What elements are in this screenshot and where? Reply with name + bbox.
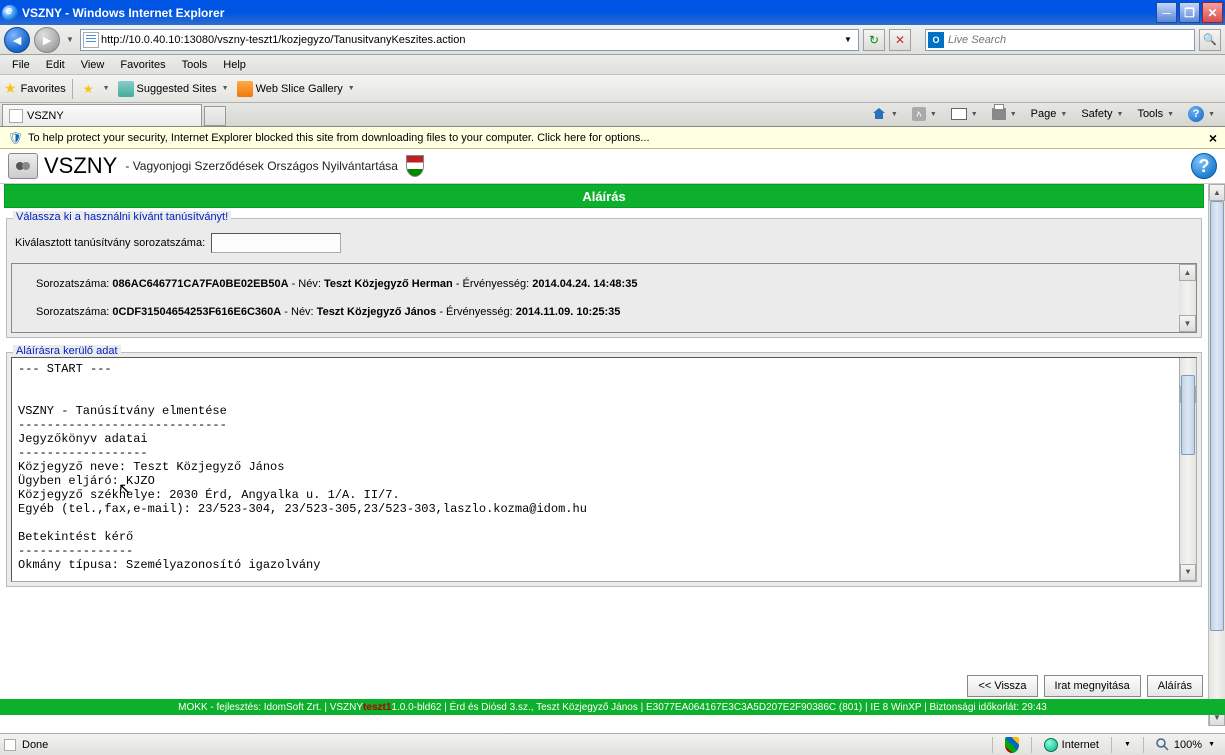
url-dropdown[interactable]: ▼ bbox=[840, 35, 856, 44]
mail-button[interactable]: ▼ bbox=[947, 106, 982, 122]
minimize-button[interactable]: ─ bbox=[1156, 2, 1177, 23]
new-tab-button[interactable] bbox=[204, 106, 226, 126]
tools-menu[interactable]: Tools▼ bbox=[1133, 106, 1178, 122]
scroll-down-icon[interactable]: ▼ bbox=[1180, 564, 1196, 581]
open-doc-button[interactable]: Irat megnyitása bbox=[1044, 675, 1141, 697]
menu-edit[interactable]: Edit bbox=[38, 57, 73, 73]
cert-list: Sorozatszáma: 086AC646771CA7FA0BE02EB50A… bbox=[11, 263, 1197, 333]
rss-button[interactable]: እ▼ bbox=[908, 105, 941, 123]
menu-view[interactable]: View bbox=[73, 57, 113, 73]
signdata-textarea[interactable]: --- START --- VSZNY - Tanúsítvány elment… bbox=[11, 357, 1197, 582]
scroll-thumb[interactable] bbox=[1210, 201, 1224, 631]
safety-menu[interactable]: Safety▼ bbox=[1077, 106, 1127, 122]
status-bar: Done Internet ▼ 100% ▼ bbox=[0, 733, 1225, 755]
scroll-thumb[interactable] bbox=[1181, 375, 1195, 455]
web-slice-gallery[interactable]: Web Slice Gallery▼ bbox=[233, 79, 359, 99]
app-subtitle: - Vagyonjogi Szerződések Országos Nyilvá… bbox=[125, 159, 398, 173]
url-input[interactable] bbox=[101, 31, 840, 49]
app-help-button[interactable]: ? bbox=[1191, 153, 1217, 179]
page-content: VSZNY - Vagyonjogi Szerződések Országos … bbox=[0, 149, 1225, 729]
tab-active[interactable]: VSZNY bbox=[2, 104, 202, 126]
app-title: VSZNY bbox=[44, 153, 117, 179]
signdata-scrollbar[interactable]: ▲ ▼ bbox=[1179, 358, 1196, 581]
restore-button[interactable]: ❐ bbox=[1179, 2, 1200, 23]
status-zoom[interactable]: 100% ▼ bbox=[1150, 736, 1221, 754]
rss-icon: እ bbox=[912, 107, 926, 121]
menu-bar: File Edit View Favorites Tools Help bbox=[0, 55, 1225, 75]
search-button[interactable]: 🔍 bbox=[1199, 29, 1221, 51]
help-icon: ? bbox=[1188, 106, 1204, 122]
status-security[interactable] bbox=[999, 736, 1025, 754]
menu-file[interactable]: File bbox=[4, 57, 38, 73]
home-button[interactable]: ▼ bbox=[867, 104, 902, 124]
suggested-icon bbox=[118, 81, 134, 97]
cert-row-1[interactable]: Sorozatszáma: 0CDF31504654253F616E6C360A… bbox=[20, 298, 1188, 326]
close-button[interactable]: ✕ bbox=[1202, 2, 1223, 23]
star-icon: ★ bbox=[4, 80, 17, 97]
window-titlebar: VSZNY - Windows Internet Explorer ─ ❐ ✕ bbox=[0, 0, 1225, 25]
status-zone[interactable]: Internet bbox=[1038, 736, 1105, 754]
info-text: To help protect your security, Internet … bbox=[28, 132, 650, 144]
menu-favorites[interactable]: Favorites bbox=[112, 57, 173, 73]
tab-favicon bbox=[9, 109, 23, 123]
app-logo bbox=[8, 153, 38, 179]
status-protected-mode[interactable]: ▼ bbox=[1118, 736, 1137, 754]
cert-row-0[interactable]: Sorozatszáma: 086AC646771CA7FA0BE02EB50A… bbox=[20, 270, 1188, 298]
menu-help[interactable]: Help bbox=[215, 57, 254, 73]
favorites-label[interactable]: Favorites bbox=[21, 83, 66, 95]
refresh-button[interactable]: ↻ bbox=[863, 29, 885, 51]
stop-button[interactable]: ✕ bbox=[889, 29, 911, 51]
nav-toolbar: ◄ ► ▼ ▼ ↻ ✕ O 🔍 bbox=[0, 25, 1225, 55]
search-box[interactable]: O bbox=[925, 29, 1195, 51]
globe-icon bbox=[1044, 738, 1058, 752]
tab-bar: VSZNY ▼ እ▼ ▼ ▼ Page▼ Safety▼ Tools▼ ?▼ bbox=[0, 103, 1225, 127]
app-footer: MOKK - fejlesztés: IdomSoft Zrt. | VSZNY… bbox=[0, 699, 1225, 715]
ie-icon bbox=[2, 5, 18, 21]
menu-tools[interactable]: Tools bbox=[174, 57, 216, 73]
outlook-icon: O bbox=[928, 32, 944, 48]
sign-button[interactable]: Aláírás bbox=[1147, 675, 1203, 697]
section-title: Aláírás bbox=[4, 184, 1204, 208]
webslice-icon bbox=[237, 81, 253, 97]
favorites-bar: ★ Favorites ★▼ Suggested Sites▼ Web Slic… bbox=[0, 75, 1225, 103]
help-button[interactable]: ?▼ bbox=[1184, 104, 1219, 124]
back-button-page[interactable]: << Vissza bbox=[967, 675, 1037, 697]
security-shield-icon bbox=[1005, 737, 1019, 753]
status-icon bbox=[4, 739, 16, 751]
scroll-up-icon[interactable]: ▲ bbox=[1209, 184, 1225, 201]
mail-icon bbox=[951, 108, 967, 120]
add-favorite[interactable]: ★▼ bbox=[79, 80, 114, 98]
back-button[interactable]: ◄ bbox=[4, 27, 30, 53]
search-input[interactable] bbox=[948, 34, 1192, 46]
serial-input[interactable] bbox=[211, 233, 341, 253]
zoom-icon bbox=[1156, 738, 1170, 752]
suggested-sites[interactable]: Suggested Sites▼ bbox=[114, 79, 233, 99]
scroll-down-icon[interactable]: ▼ bbox=[1179, 315, 1196, 332]
cert-scrollbar[interactable]: ▲ ▼ bbox=[1179, 264, 1196, 332]
coat-of-arms-icon bbox=[406, 155, 424, 177]
nav-history-dropdown[interactable]: ▼ bbox=[64, 27, 76, 53]
page-icon bbox=[83, 32, 99, 48]
print-icon bbox=[992, 108, 1006, 120]
cert-select-fieldset: Válassza ki a használni kívánt tanúsítvá… bbox=[6, 218, 1202, 338]
print-button[interactable]: ▼ bbox=[988, 106, 1021, 122]
tab-title: VSZNY bbox=[27, 110, 64, 122]
page-menu[interactable]: Page▼ bbox=[1027, 106, 1072, 122]
signdata-fieldset: Aláírásra kerülő adat --- START --- VSZN… bbox=[6, 352, 1202, 587]
forward-button[interactable]: ► bbox=[34, 27, 60, 53]
status-text: Done bbox=[22, 739, 48, 751]
cert-legend: Válassza ki a használni kívánt tanúsítvá… bbox=[13, 211, 231, 223]
info-bar[interactable]: 🛡 To help protect your security, Interne… bbox=[0, 127, 1225, 149]
window-title: VSZNY - Windows Internet Explorer bbox=[22, 6, 224, 20]
shield-icon: 🛡 bbox=[8, 131, 22, 145]
serial-label: Kiválasztott tanúsítvány sorozatszáma: bbox=[15, 237, 205, 249]
signdata-legend: Aláírásra kerülő adat bbox=[13, 345, 121, 357]
content-scrollbar[interactable]: ▲ ▼ bbox=[1208, 184, 1225, 726]
address-bar[interactable]: ▼ bbox=[80, 29, 859, 51]
scroll-up-icon[interactable]: ▲ bbox=[1179, 264, 1196, 281]
action-buttons: << Vissza Irat megnyitása Aláírás bbox=[967, 675, 1203, 697]
app-header: VSZNY - Vagyonjogi Szerződések Országos … bbox=[0, 149, 1225, 184]
info-close[interactable]: × bbox=[1209, 130, 1217, 146]
